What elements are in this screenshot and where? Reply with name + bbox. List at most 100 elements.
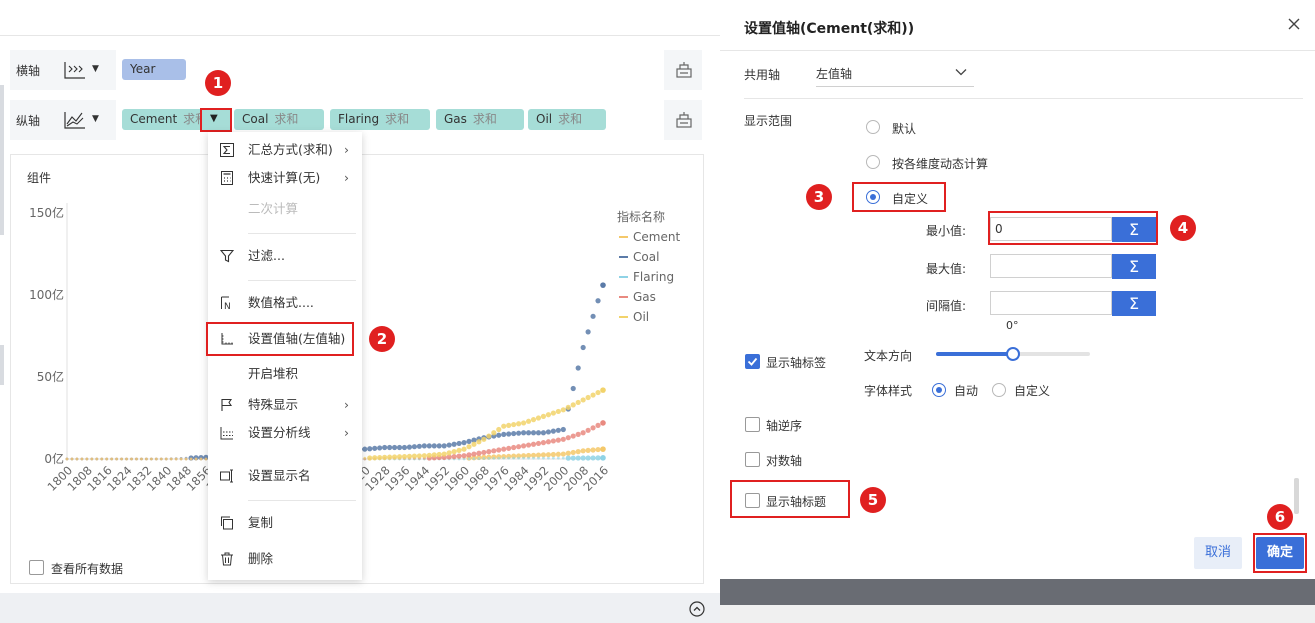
menu-item-number-format[interactable]: N 数值格式....: [208, 289, 362, 317]
data-point-gas[interactable]: [456, 453, 462, 459]
data-point-oil[interactable]: [431, 452, 437, 458]
data-point-oil[interactable]: [575, 399, 581, 406]
data-point-coal[interactable]: [456, 440, 462, 447]
data-point-coal[interactable]: [372, 445, 378, 451]
data-point-oil[interactable]: [481, 436, 487, 442]
data-point-oil[interactable]: [169, 457, 173, 461]
data-point-oil[interactable]: [179, 457, 183, 461]
data-point-gas[interactable]: [595, 422, 601, 428]
data-point-oil[interactable]: [595, 389, 601, 396]
data-point-coal[interactable]: [382, 444, 388, 451]
data-point-oil[interactable]: [174, 457, 178, 461]
data-point-oil[interactable]: [363, 456, 367, 460]
data-point-flaring[interactable]: [502, 456, 506, 460]
data-point-coal[interactable]: [535, 430, 542, 436]
data-point-oil[interactable]: [149, 457, 153, 461]
data-point-oil[interactable]: [199, 457, 203, 461]
data-point-gas[interactable]: [555, 437, 561, 443]
data-point-oil[interactable]: [154, 457, 158, 461]
data-point-cement[interactable]: [600, 446, 606, 452]
data-point-flaring[interactable]: [565, 455, 571, 461]
data-point-oil[interactable]: [525, 418, 532, 424]
menu-item-delete[interactable]: 删除: [208, 545, 362, 573]
data-point-coal[interactable]: [496, 432, 502, 438]
x-axis-chart-type-icon[interactable]: [62, 59, 88, 81]
data-point-gas[interactable]: [506, 445, 512, 451]
data-point-cement[interactable]: [590, 447, 596, 453]
data-point-coal[interactable]: [511, 430, 517, 437]
data-point-cement[interactable]: [575, 449, 581, 455]
data-point-oil[interactable]: [545, 412, 552, 418]
x-axis-field-area[interactable]: Year: [116, 50, 664, 90]
data-point-oil[interactable]: [446, 450, 452, 456]
data-point-oil[interactable]: [540, 413, 547, 419]
data-point-gas[interactable]: [471, 451, 477, 457]
data-point-coal[interactable]: [501, 431, 507, 437]
data-point-cement[interactable]: [555, 451, 561, 457]
data-point-gas[interactable]: [476, 450, 482, 456]
data-point-gas[interactable]: [535, 440, 542, 447]
data-point-oil[interactable]: [496, 426, 502, 433]
data-point-oil[interactable]: [90, 457, 94, 461]
data-point-coal[interactable]: [575, 365, 581, 371]
menu-item-filter[interactable]: 过滤...: [208, 242, 362, 270]
data-point-coal[interactable]: [386, 444, 393, 451]
menu-item-analysis-line[interactable]: 设置分析线 ›: [208, 419, 362, 447]
data-point-coal[interactable]: [426, 443, 432, 449]
y-axis-chart-type-icon[interactable]: [62, 109, 88, 131]
data-point-coal[interactable]: [590, 313, 596, 319]
menu-item-copy[interactable]: 复制: [208, 509, 362, 537]
data-point-coal[interactable]: [406, 444, 413, 450]
font-style-auto-radio[interactable]: [932, 383, 946, 397]
data-point-gas[interactable]: [575, 431, 581, 437]
data-point-flaring[interactable]: [542, 456, 545, 460]
data-point-coal[interactable]: [506, 431, 512, 437]
data-point-gas[interactable]: [451, 453, 457, 460]
data-point-coal[interactable]: [516, 430, 522, 436]
data-point-flaring[interactable]: [512, 456, 516, 460]
data-point-oil[interactable]: [590, 392, 596, 398]
data-point-oil[interactable]: [367, 455, 373, 461]
legend-item-coal[interactable]: Coal: [633, 250, 659, 264]
shared-axis-select[interactable]: 左值轴: [816, 60, 974, 87]
data-point-gas[interactable]: [520, 443, 527, 449]
data-point-oil[interactable]: [189, 457, 193, 461]
data-point-coal[interactable]: [362, 446, 368, 452]
data-point-oil[interactable]: [600, 387, 606, 393]
show-axis-labels-checkbox[interactable]: [745, 354, 760, 369]
data-point-oil[interactable]: [125, 457, 128, 461]
max-value-formula-button[interactable]: Σ: [1112, 254, 1156, 279]
menu-item-special-display[interactable]: 特殊显示 ›: [208, 391, 362, 419]
data-point-oil[interactable]: [451, 449, 457, 455]
data-point-flaring[interactable]: [600, 455, 606, 461]
data-point-oil[interactable]: [565, 404, 571, 410]
data-point-flaring[interactable]: [595, 455, 601, 461]
data-point-oil[interactable]: [140, 457, 143, 461]
data-point-coal[interactable]: [367, 446, 373, 452]
data-point-flaring[interactable]: [472, 457, 476, 461]
y-axis-chart-type-caret[interactable]: ▼: [92, 114, 99, 124]
data-point-oil[interactable]: [416, 453, 422, 459]
data-point-flaring[interactable]: [590, 455, 596, 461]
data-point-oil[interactable]: [555, 408, 561, 415]
data-point-coal[interactable]: [431, 443, 437, 449]
field-pill-year[interactable]: Year: [122, 59, 186, 80]
data-point-flaring[interactable]: [556, 456, 560, 460]
collapse-up-icon[interactable]: [689, 601, 705, 617]
dialog-scrollbar[interactable]: [1294, 478, 1299, 514]
data-point-flaring[interactable]: [477, 457, 481, 461]
data-point-gas[interactable]: [590, 425, 596, 431]
data-point-oil[interactable]: [441, 451, 447, 457]
data-point-oil[interactable]: [159, 457, 163, 461]
data-point-oil[interactable]: [466, 444, 472, 450]
data-point-coal[interactable]: [416, 443, 422, 449]
data-point-flaring[interactable]: [532, 456, 535, 460]
data-point-gas[interactable]: [600, 420, 606, 426]
data-point-gas[interactable]: [585, 427, 591, 433]
data-point-oil[interactable]: [164, 457, 168, 461]
data-point-oil[interactable]: [471, 441, 477, 447]
range-default-radio[interactable]: [866, 120, 880, 134]
data-point-coal[interactable]: [391, 444, 398, 451]
data-point-oil[interactable]: [391, 454, 398, 460]
data-point-flaring[interactable]: [467, 457, 471, 461]
